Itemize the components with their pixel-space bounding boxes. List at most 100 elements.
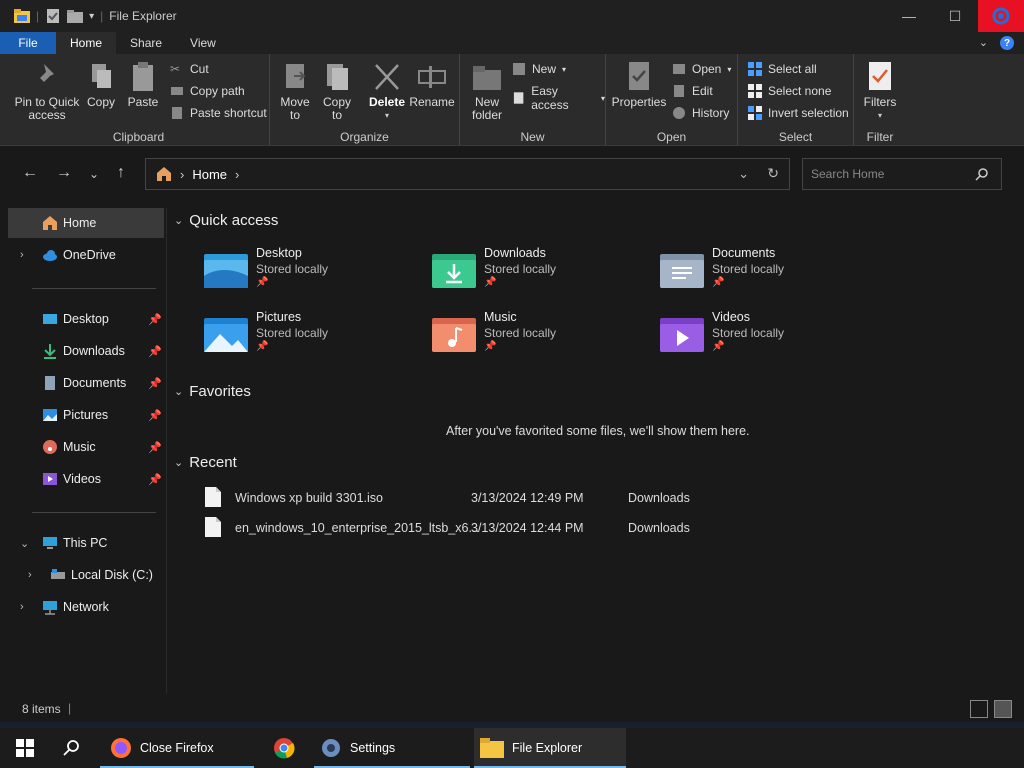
nav-item-this-pc[interactable]: ⌄ This PC — [8, 528, 164, 558]
address-bar[interactable]: › Home › ⌄ ↻ — [145, 158, 790, 190]
nav-item-downloads[interactable]: Downloads 📌 — [8, 336, 164, 366]
pin-icon: 📌 — [148, 441, 162, 454]
tile-name: Videos — [712, 310, 750, 324]
filter-group-label: Filter — [866, 130, 894, 144]
paste-button[interactable]: Paste — [126, 60, 160, 109]
expand-chevron-icon[interactable]: › — [28, 569, 32, 581]
edit-button[interactable]: Edit — [672, 84, 713, 98]
recent-header[interactable]: ⌄ Recent — [174, 454, 237, 471]
pin-icon — [36, 64, 54, 86]
history-label: History — [692, 106, 730, 120]
quick-access-tile[interactable]: Music Stored locally 📌 — [432, 310, 652, 362]
copy-button[interactable]: Copy — [84, 60, 118, 109]
properties-qat-icon[interactable] — [45, 9, 61, 23]
address-dropdown-icon[interactable]: ⌄ — [738, 166, 749, 182]
pin-to-quick-access-button[interactable]: Pin to Quick access — [14, 60, 80, 122]
maximize-button[interactable]: ☐ — [932, 0, 978, 32]
expand-chevron-icon[interactable]: › — [20, 601, 24, 613]
nav-item-music[interactable]: Music 📌 — [8, 432, 164, 462]
quick-access-tile[interactable]: Desktop Stored locally 📌 — [204, 246, 424, 298]
copy-to-button[interactable]: Copy to — [320, 60, 354, 122]
new-item-button[interactable]: New ▾ — [512, 62, 566, 76]
breadcrumb-home[interactable]: Home — [192, 167, 227, 182]
paste-label: Paste — [127, 95, 159, 109]
ribbon-expand-icon[interactable]: ⌄ — [979, 36, 988, 50]
rename-button[interactable]: Rename — [409, 60, 455, 109]
large-icons-view-icon[interactable] — [994, 700, 1012, 718]
open-dropdown-icon: ▾ — [727, 64, 732, 74]
delete-button[interactable]: Delete ▾ — [368, 60, 406, 122]
tab-share[interactable]: Share — [116, 32, 176, 54]
select-all-button[interactable]: Select all — [748, 62, 817, 76]
view-toggle — [970, 700, 1012, 718]
favorites-header[interactable]: ⌄ Favorites — [174, 383, 251, 400]
close-button[interactable] — [978, 0, 1024, 32]
refresh-icon[interactable]: ↻ — [767, 165, 779, 182]
taskbar-firefox[interactable]: Close Firefox — [100, 728, 254, 768]
window-controls: — ☐ — [886, 0, 1024, 32]
nav-item-home[interactable]: Home — [8, 208, 164, 238]
pin-icon: 📌 — [256, 341, 269, 352]
breadcrumb-chevron-icon[interactable]: › — [235, 167, 239, 182]
nav-item-network[interactable]: › Network — [8, 592, 164, 622]
tile-name: Desktop — [256, 246, 302, 260]
help-icon[interactable]: ? — [1000, 36, 1014, 50]
search-box[interactable]: Search Home — [802, 158, 1002, 190]
nav-item-local-disk[interactable]: › Local Disk (C:) — [8, 560, 164, 590]
tab-home[interactable]: Home — [56, 32, 117, 54]
filters-button[interactable]: Filters ▾ — [862, 60, 898, 122]
nav-item-documents[interactable]: Documents 📌 — [8, 368, 164, 398]
nav-item-videos[interactable]: Videos 📌 — [8, 464, 164, 494]
breadcrumb-separator-icon: › — [180, 166, 185, 182]
qat-separator-2: | — [100, 9, 104, 23]
pin-icon: 📌 — [148, 377, 162, 390]
collapse-chevron-icon: ⌄ — [174, 215, 184, 227]
invert-selection-button[interactable]: Invert selection — [748, 106, 849, 120]
start-button[interactable] — [16, 728, 34, 768]
filters-icon — [869, 62, 891, 90]
tile-status: Stored locally — [484, 326, 557, 340]
open-button[interactable]: Open ▾ — [672, 62, 731, 76]
file-explorer-icon — [480, 738, 504, 758]
qat-dropdown-icon[interactable]: ▾ — [89, 11, 94, 22]
move-to-button[interactable]: Move to — [278, 60, 312, 122]
new-folder-button[interactable]: New folder — [466, 60, 508, 122]
easy-access-button[interactable]: Easy access ▾ — [512, 84, 605, 112]
recent-file-row[interactable]: en_windows_10_enterprise_2015_ltsb_x6...… — [204, 515, 724, 541]
nav-home-label: Home — [63, 216, 97, 230]
search-taskbar-button[interactable] — [62, 728, 80, 768]
select-none-button[interactable]: Select none — [748, 84, 831, 98]
paste-shortcut-button[interactable]: Paste shortcut — [170, 106, 267, 120]
collapse-chevron-icon[interactable]: ⌄ — [20, 537, 29, 550]
copy-path-button[interactable]: Copy path — [170, 84, 245, 98]
forward-arrow-icon[interactable]: → — [56, 164, 72, 182]
item-count: 8 items — [22, 702, 61, 716]
quick-access-header[interactable]: ⌄ Quick access — [174, 212, 278, 229]
pane-divider[interactable] — [166, 208, 167, 694]
nav-item-desktop[interactable]: Desktop 📌 — [8, 304, 164, 334]
tab-file[interactable]: File — [0, 32, 56, 54]
back-arrow-icon[interactable]: ← — [22, 164, 38, 182]
properties-button[interactable]: Properties — [612, 60, 666, 109]
taskbar-file-explorer[interactable]: File Explorer — [474, 728, 626, 768]
recent-locations-chevron-icon[interactable]: ⌄ — [89, 167, 99, 181]
up-arrow-icon[interactable]: ↑ — [117, 164, 125, 182]
new-folder-qat-icon[interactable] — [67, 9, 84, 23]
recent-file-row[interactable]: Windows xp build 3301.iso 3/13/2024 12:4… — [204, 485, 724, 511]
tab-view[interactable]: View — [176, 32, 230, 54]
nav-item-pictures[interactable]: Pictures 📌 — [8, 400, 164, 430]
cut-button[interactable]: ✂ Cut — [170, 62, 209, 76]
quick-access-tile[interactable]: Downloads Stored locally 📌 — [432, 246, 652, 298]
nav-onedrive-label: OneDrive — [63, 248, 116, 262]
quick-access-tile[interactable]: Videos Stored locally 📌 — [660, 310, 880, 362]
details-view-icon[interactable] — [970, 700, 988, 718]
taskbar-settings[interactable]: Settings — [314, 728, 470, 768]
quick-access-tile[interactable]: Documents Stored locally 📌 — [660, 246, 880, 298]
quick-access-tile[interactable]: Pictures Stored locally 📌 — [204, 310, 424, 362]
history-button[interactable]: History — [672, 106, 729, 120]
music-folder-icon — [432, 318, 476, 352]
taskbar-chrome[interactable] — [264, 728, 304, 768]
expand-chevron-icon[interactable]: › — [20, 249, 24, 261]
nav-item-onedrive[interactable]: › OneDrive — [8, 240, 164, 270]
minimize-button[interactable]: — — [886, 0, 932, 32]
